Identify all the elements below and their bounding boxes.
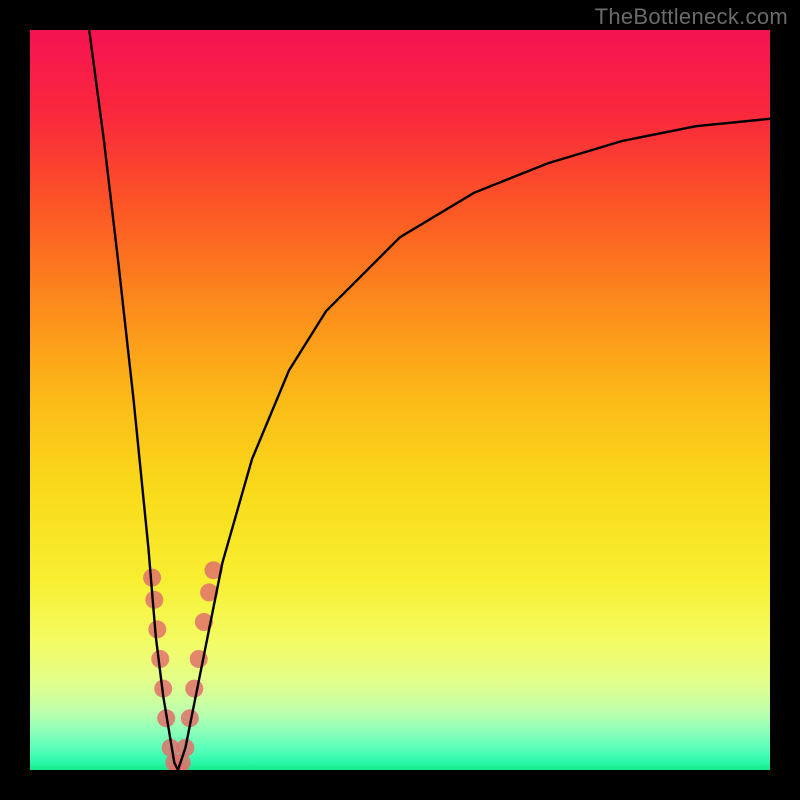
watermark-text: TheBottleneck.com bbox=[595, 4, 788, 30]
bottleneck-curve-right bbox=[178, 119, 770, 770]
chart-frame: TheBottleneck.com bbox=[0, 0, 800, 800]
marker-point bbox=[148, 620, 166, 638]
curve-layer bbox=[30, 30, 770, 770]
marker-layer bbox=[143, 561, 222, 770]
marker-point bbox=[185, 680, 203, 698]
plot-area bbox=[30, 30, 770, 770]
